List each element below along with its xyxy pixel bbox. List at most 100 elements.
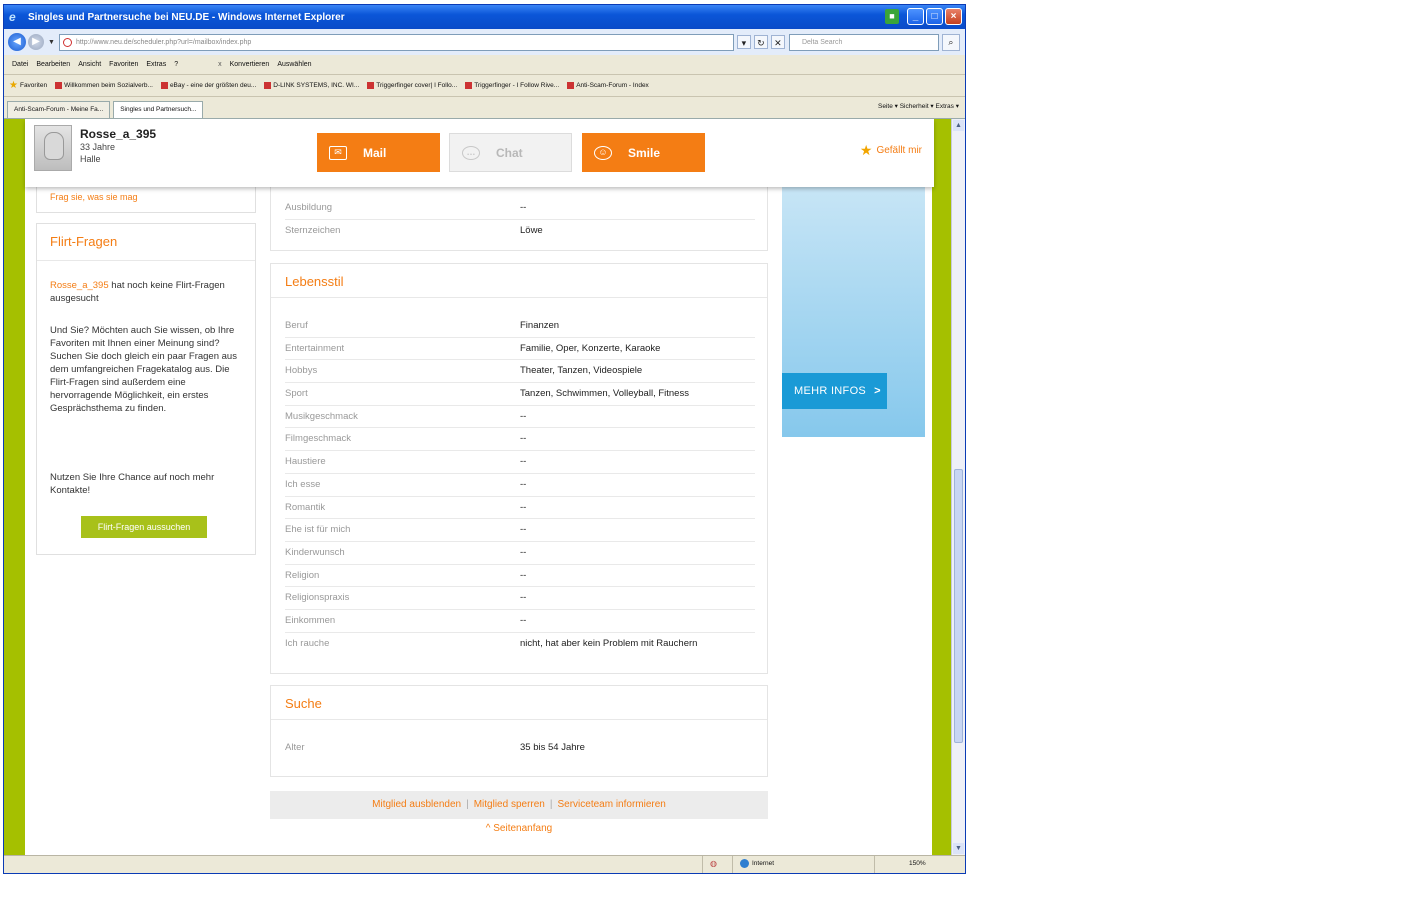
maximize-button[interactable]: □ (926, 8, 943, 25)
favorite-link[interactable]: Triggerfinger cover| I Follo... (367, 82, 457, 89)
protected-mode-icon: ◍ (710, 859, 717, 868)
profile-user-link[interactable]: Rosse_a_395 (50, 280, 109, 291)
tab-singles[interactable]: Singles und Partnersuch... (113, 101, 204, 118)
zoom-level[interactable]: 150% (909, 860, 926, 867)
flirt-info-text: Und Sie? Möchten auch Sie wissen, ob Ihr… (50, 325, 237, 414)
avatar[interactable] (34, 125, 72, 171)
internet-explorer-icon: e (9, 10, 16, 24)
detail-label: Kinderwunsch (285, 546, 345, 558)
compatibility-icon[interactable]: ▾ (736, 35, 751, 49)
internet-zone-icon (740, 859, 749, 868)
chat-button[interactable]: … Chat (449, 133, 572, 172)
smile-label: Smile (628, 145, 661, 160)
search-input[interactable]: Delta Search (788, 33, 939, 51)
page-viewport: Rosse_a_395 33 Jahre Halle ✉ Mail … Chat… (4, 119, 965, 855)
security-icon: ■ (885, 9, 899, 24)
chat-icon: … (462, 145, 480, 160)
choose-flirt-questions-button[interactable]: Flirt-Fragen aussuchen (81, 516, 207, 538)
site-icon (264, 82, 272, 89)
back-to-top-link[interactable]: ^ Seitenanfang (270, 823, 768, 834)
hide-member-link[interactable]: Mitglied ausblenden (372, 799, 461, 810)
like-label: Gefällt mir (876, 145, 922, 156)
close-toolbar-icon[interactable]: x (218, 61, 222, 68)
favorite-link[interactable]: eBay - eine der größten deu... (160, 82, 256, 89)
favorite-link[interactable]: Anti-Scam-Forum - Index (567, 82, 649, 89)
detail-value: 35 bis 54 Jahre (520, 742, 585, 753)
flirt-cta-text: Nutzen Sie Ihre Chance auf noch mehr Kon… (50, 472, 215, 496)
flirt-questions-box: Flirt-Fragen Rosse_a_395 hat noch keine … (36, 223, 256, 555)
detail-value: -- (520, 614, 527, 626)
more-info-button[interactable]: MEHR INFOS > (782, 373, 887, 409)
tab-anti-scam-forum[interactable]: Anti-Scam-Forum - Meine Fa... (7, 101, 111, 118)
convert-button[interactable]: Konvertieren (230, 61, 270, 68)
page-icon (62, 37, 72, 47)
lifestyle-title: Lebensstil (285, 274, 344, 289)
menu-favoriten[interactable]: Favoriten (109, 61, 138, 68)
favorite-label: Willkommen beim Sozialverb... (64, 82, 153, 89)
profile-header: Rosse_a_395 33 Jahre Halle ✉ Mail … Chat… (25, 119, 934, 187)
url-input[interactable]: http://www.neu.de/scheduler.php?url=/mai… (58, 33, 734, 51)
detail-label: Musikgeschmack (285, 410, 358, 422)
stop-icon[interactable]: ✕ (770, 35, 785, 49)
detail-row: Einkommen -- (285, 610, 755, 633)
scroll-up-arrow[interactable]: ▲ (953, 120, 964, 131)
site-icon (465, 82, 473, 89)
detail-value: -- (520, 546, 527, 558)
mail-button[interactable]: ✉ Mail (317, 133, 440, 172)
detail-row: Kinderwunsch -- (285, 542, 755, 565)
favorite-label: Anti-Scam-Forum - Index (576, 82, 649, 89)
like-button[interactable]: ★ Gefällt mir (860, 142, 922, 159)
detail-label: Alter (285, 742, 305, 753)
detail-label: Entertainment (285, 342, 345, 354)
detail-label: Sternzeichen (285, 224, 341, 236)
minimize-button[interactable]: _ (907, 8, 924, 25)
chat-label: Chat (496, 145, 523, 160)
detail-label: Filmgeschmack (285, 433, 351, 445)
command-bar[interactable]: Seite ▾ Sicherheit ▾ Extras ▾ (878, 102, 959, 110)
detail-label: Hobbys (285, 365, 318, 377)
smile-button[interactable]: ☺ Smile (582, 133, 705, 172)
menu-bearbeiten[interactable]: Bearbeiten (36, 61, 70, 68)
favorite-link[interactable]: Willkommen beim Sozialverb... (55, 82, 153, 89)
close-button[interactable]: × (945, 8, 962, 25)
detail-value: Finanzen (520, 320, 560, 331)
favorites-star-icon[interactable]: ★ (9, 80, 18, 91)
detail-value: -- (520, 202, 527, 213)
detail-value: Familie, Oper, Konzerte, Karaoke (520, 342, 661, 354)
favorite-link[interactable]: D-LINK SYSTEMS, INC. WI... (264, 82, 359, 89)
search-section: Suche Alter 35 bis 54 Jahre (270, 685, 768, 777)
detail-value: -- (520, 433, 527, 445)
menu-ansicht[interactable]: Ansicht (78, 61, 101, 68)
search-icon[interactable]: ⌕ (941, 33, 960, 51)
detail-row: Hobbys Theater, Tanzen, Videospiele (285, 360, 755, 384)
menu-datei[interactable]: Datei (12, 61, 28, 68)
detail-label: Haustiere (285, 456, 326, 468)
scroll-down-arrow[interactable]: ▼ (953, 843, 964, 854)
detail-value: Theater, Tanzen, Videospiele (520, 365, 643, 377)
menu-help[interactable]: ? (174, 61, 178, 68)
divider (874, 856, 875, 873)
report-to-service-team-link[interactable]: Serviceteam informieren (557, 799, 665, 810)
detail-row: Filmgeschmack -- (285, 428, 755, 452)
history-dropdown[interactable]: ▼ (48, 39, 55, 46)
favorite-label: Triggerfinger - I Follow Rive... (474, 82, 560, 89)
favorite-link[interactable]: Triggerfinger - I Follow Rive... (465, 82, 559, 89)
scrollbar-thumb[interactable] (954, 469, 963, 743)
block-member-link[interactable]: Mitglied sperren (474, 799, 545, 810)
menu-extras[interactable]: Extras (146, 61, 166, 68)
back-button[interactable]: ◀ (8, 33, 26, 51)
select-button[interactable]: Auswählen (277, 61, 311, 68)
vertical-scrollbar[interactable]: ▲ ▼ (951, 119, 965, 855)
detail-row: Entertainment Familie, Oper, Konzerte, Ka… (285, 338, 755, 361)
detail-value: -- (520, 569, 527, 581)
ad-banner[interactable]: MEHR INFOS > (782, 179, 925, 437)
forward-button[interactable]: ▶ (28, 34, 44, 50)
favorites-label[interactable]: Favoriten (20, 82, 47, 89)
search-title: Suche (285, 696, 322, 711)
favorite-label: Triggerfinger cover| I Follo... (376, 82, 458, 89)
separator: | (466, 799, 469, 810)
refresh-icon[interactable]: ↻ (753, 35, 768, 49)
detail-label: Religion (285, 569, 320, 581)
ask-link[interactable]: Frag sie, was sie mag (50, 192, 138, 202)
detail-row: Alter 35 bis 54 Jahre (285, 737, 755, 760)
